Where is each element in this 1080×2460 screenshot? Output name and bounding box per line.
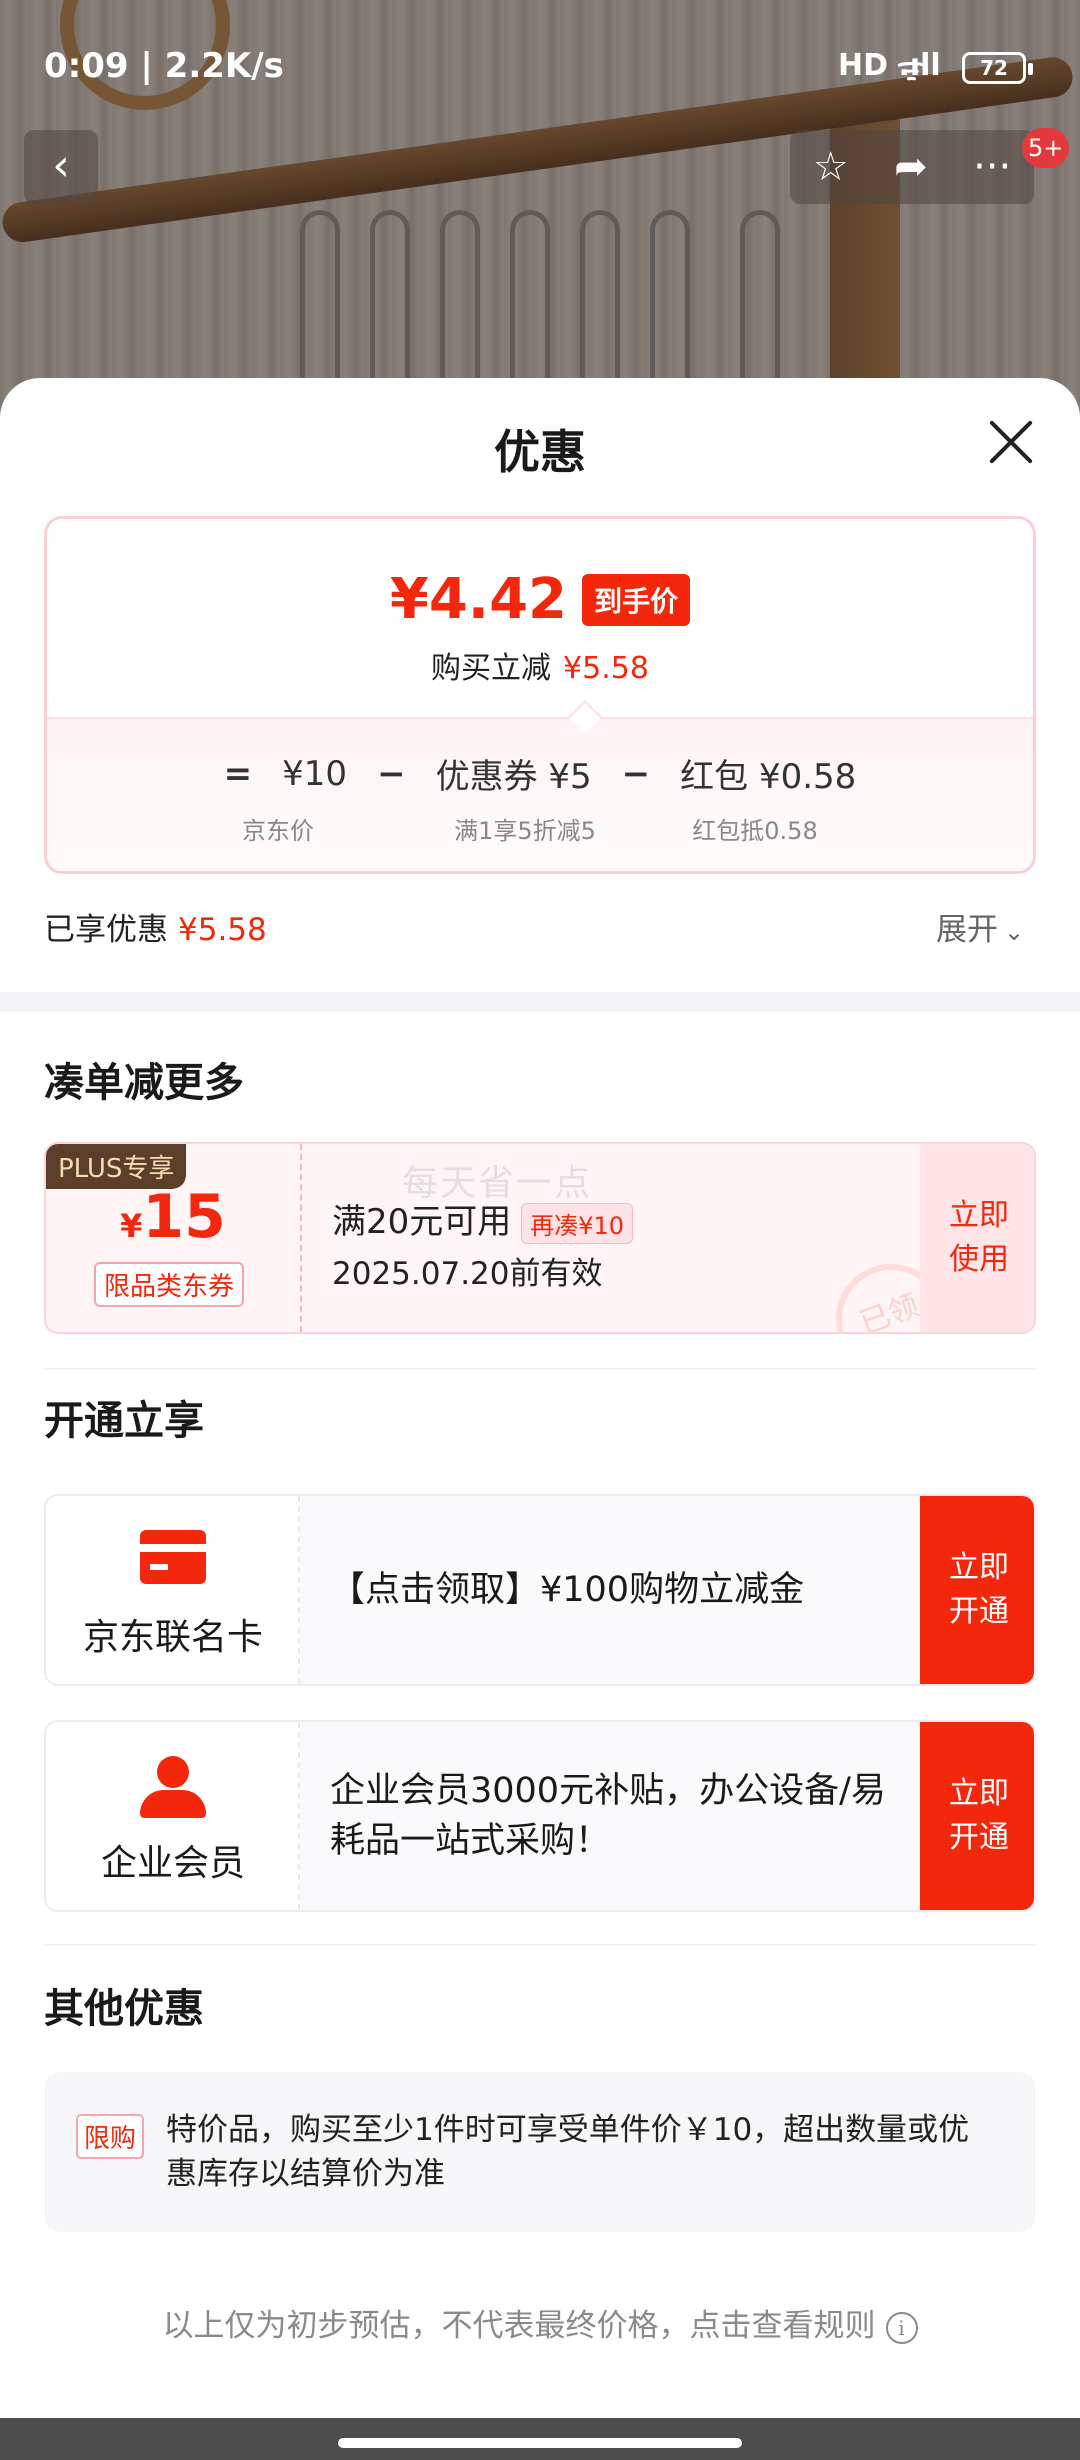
enterprise-member-offer[interactable]: 企业会员 企业会员3000元补贴，办公设备/易耗品一站式采购！ 立即开通 — [44, 1720, 1036, 1912]
section-divider — [0, 992, 1080, 1012]
price-formula: = ¥10 − 优惠券 ¥5 − 红包 ¥0.58 京东价 满1享5折减5 红包… — [47, 717, 1033, 871]
final-price: ¥4.42 — [389, 567, 568, 632]
status-time: 0:09 | 2.2K/s — [44, 46, 284, 86]
back-icon: ‹ — [52, 140, 70, 191]
offer-left: 京东联名卡 — [46, 1496, 300, 1684]
coupon-left: PLUS专享 ¥15 限品类东券 — [46, 1144, 300, 1332]
equals-sign: = — [223, 753, 253, 794]
plus-coupon-card[interactable]: PLUS专享 ¥15 限品类东券 每天省一点 满20元可用 再凑¥10 2025.… — [44, 1142, 1036, 1334]
close-icon[interactable] — [986, 418, 1036, 468]
jd-price-label: 京东价 — [242, 817, 314, 845]
redpacket-deduction: 红包 ¥0.58 — [680, 757, 857, 797]
nav-actions: ☆ ➦ ··· — [790, 130, 1034, 204]
coupon-amount: ¥15 — [46, 1182, 300, 1252]
offer-desc: 【点击领取】¥100购物立减金 — [330, 1570, 805, 1610]
credit-card-icon — [140, 1530, 206, 1584]
final-price-tag: 到手价 — [582, 573, 691, 626]
wifi-icon: ᯤ — [896, 49, 928, 89]
divider — [44, 1944, 1036, 1946]
discount-sheet: 优惠 ¥4.42 到手价 购买立减 ¥5.58 = ¥10 − 优惠券 ¥5 − … — [0, 378, 1080, 2418]
coupon-limit-tag: 限品类东券 — [94, 1262, 245, 1307]
coupon-rule-label: 满1享5折减5 — [454, 817, 596, 845]
person-icon — [140, 1756, 206, 1818]
enjoyed-discount: 已享优惠 ¥5.58 — [44, 904, 267, 949]
divider — [44, 1368, 1036, 1370]
price-disclaimer[interactable]: 以上仅为初步预估，不代表最终价格，点击查看规则 i — [0, 2300, 1080, 2345]
price-summary-card: ¥4.42 到手价 购买立减 ¥5.58 = ¥10 − 优惠券 ¥5 − 红包 … — [44, 516, 1036, 874]
chevron-down-icon: ⌄ — [1004, 918, 1025, 946]
saved-amount: ¥5.58 — [563, 651, 649, 686]
open-now-button[interactable]: 立即 开通 — [920, 1496, 1034, 1684]
person-head — [157, 1756, 189, 1788]
final-price-row: ¥4.42 到手价 — [47, 567, 1033, 632]
coupon-condition-text: 满20元可用 — [332, 1202, 512, 1242]
offer-icon-wrap — [140, 1530, 206, 1588]
message-badge: 5+ — [1022, 128, 1070, 168]
back-button[interactable]: ‹ — [24, 130, 98, 204]
limit-purchase-tag: 限购 — [76, 2114, 145, 2159]
saved-label: 购买立减 — [431, 651, 552, 686]
home-indicator[interactable] — [338, 2438, 742, 2448]
sheet-title: 优惠 — [494, 425, 586, 479]
open-line1: 立即 — [949, 1776, 1009, 1811]
offer-left: 企业会员 — [46, 1722, 300, 1910]
coupon-deduction: 优惠券 ¥5 — [435, 757, 592, 797]
enjoyed-amount: ¥5.58 — [178, 912, 267, 948]
coupon-more-tag: 再凑¥10 — [521, 1203, 634, 1244]
jd-cobrand-card-offer[interactable]: 京东联名卡 【点击领取】¥100购物立减金 立即开通 — [44, 1494, 1036, 1686]
battery-icon: 72 — [962, 52, 1033, 84]
offer-icon-wrap — [140, 1756, 206, 1818]
offer-desc: 企业会员3000元补贴，办公设备/易耗品一站式采购！ — [330, 1771, 886, 1861]
other-discount-box: 限购 特价品，购买至少1件时可享受单件价￥10，超出数量或优惠库存以结算价为准 — [44, 2072, 1036, 2232]
expand-button[interactable]: 展开 ⌄ — [936, 904, 1024, 949]
enjoyed-label: 已享优惠 — [44, 912, 168, 948]
open-section-title: 开通立享 — [44, 1398, 204, 1444]
coupon-currency: ¥ — [120, 1207, 143, 1245]
coupon-condition: 满20元可用 再凑¥10 — [332, 1194, 634, 1244]
favorite-icon[interactable]: ☆ — [813, 144, 849, 190]
offer-name: 企业会员 — [100, 1843, 245, 1884]
system-nav-bar — [0, 2418, 1080, 2460]
use-now-line2: 使用 — [949, 1242, 1009, 1277]
coupon-value: 15 — [142, 1182, 226, 1252]
more-icon[interactable]: ··· — [973, 144, 1011, 190]
coupon-perforation — [300, 1144, 302, 1332]
use-now-line1: 立即 — [949, 1198, 1009, 1233]
offer-name: 京东联名卡 — [82, 1617, 263, 1658]
price-summary-top: ¥4.42 到手价 购买立减 ¥5.58 — [47, 519, 1033, 717]
open-line2: 开通 — [949, 1820, 1009, 1855]
person-body — [140, 1790, 206, 1818]
info-icon: i — [885, 2311, 918, 2344]
status-bar: 0:09 | 2.2K/s HD .ıll ᯤ 72 — [0, 0, 1080, 130]
open-now-button[interactable]: 立即 开通 — [920, 1722, 1034, 1910]
minus-sign: − — [621, 753, 651, 794]
minus-sign: − — [377, 753, 406, 794]
saved-line: 购买立减 ¥5.58 — [47, 643, 1033, 687]
formula-row: = ¥10 − 优惠券 ¥5 − 红包 ¥0.58 — [47, 749, 1033, 798]
redpacket-label: 红包抵0.58 — [692, 817, 818, 845]
open-line1: 立即 — [949, 1550, 1009, 1585]
open-line2: 开通 — [949, 1594, 1009, 1629]
other-discount-text: 特价品，购买至少1件时可享受单件价￥10，超出数量或优惠库存以结算价为准 — [166, 2112, 970, 2192]
stack-section-title: 凑单减更多 — [44, 1060, 244, 1106]
expand-label: 展开 — [936, 912, 998, 948]
disclaimer-text: 以上仅为初步预估，不代表最终价格，点击查看规则 — [162, 2308, 876, 2344]
jd-price: ¥10 — [282, 753, 348, 794]
other-section-title: 其他优惠 — [44, 1986, 204, 2032]
coupon-validity: 2025.07.20前有效 — [332, 1256, 603, 1292]
share-icon[interactable]: ➦ — [894, 144, 928, 190]
use-now-button[interactable]: 立即 使用 — [920, 1144, 1034, 1332]
